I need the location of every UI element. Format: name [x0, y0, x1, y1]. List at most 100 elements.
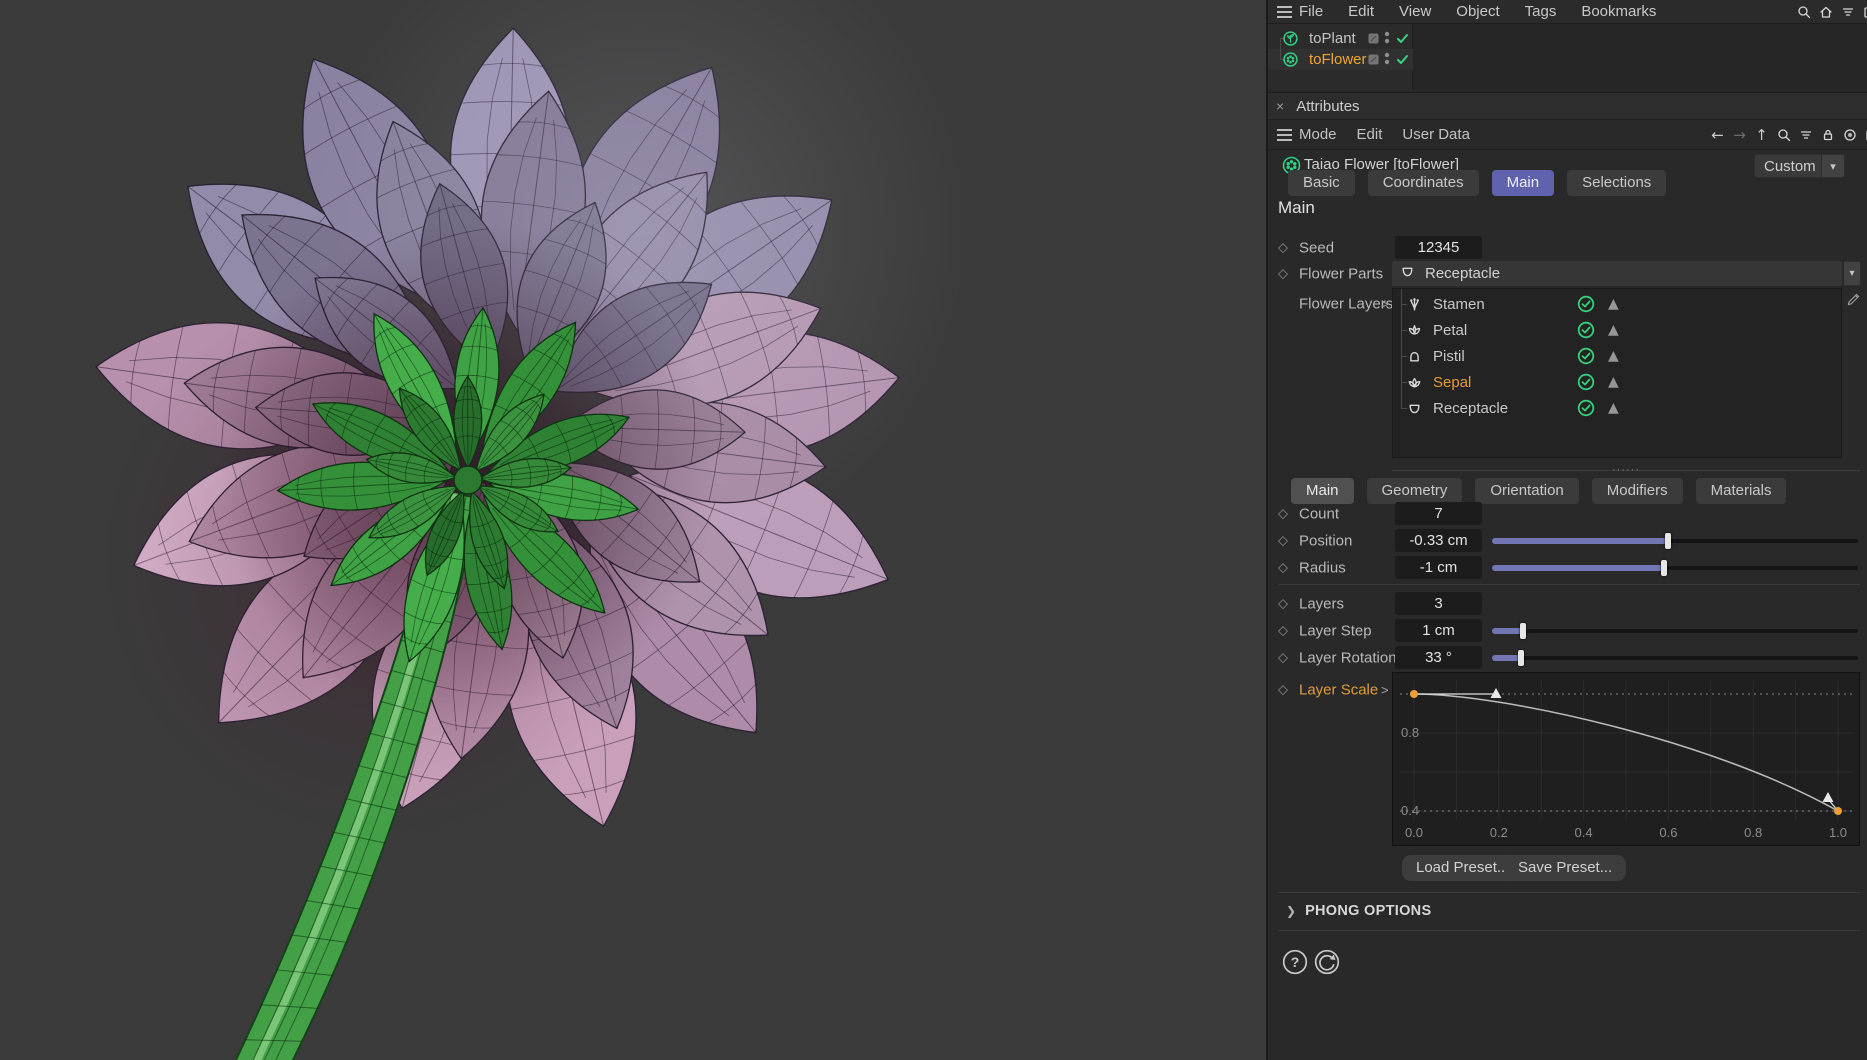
menu-hamburger-icon[interactable]: [1277, 6, 1292, 18]
object-tree-item-toplant[interactable]: toPlant: [1268, 28, 1413, 59]
tab-selections[interactable]: Selections: [1567, 170, 1667, 196]
param-label: Radius: [1299, 559, 1346, 576]
chevron-right-icon: ❯: [1286, 904, 1297, 918]
check-icon[interactable]: [1395, 31, 1410, 46]
forward-icon[interactable]: →: [1732, 126, 1747, 144]
seed-label: Seed: [1299, 239, 1335, 256]
param-row-layer-rotation: ◇ Layer Rotation 33 °: [1268, 644, 1867, 671]
enabled-check-icon[interactable]: [1577, 295, 1595, 313]
param-slider[interactable]: [1492, 532, 1858, 549]
triangle-icon[interactable]: ▲: [1608, 400, 1619, 416]
flower-layer-item-receptacle[interactable]: Receptacle ▲: [1393, 395, 1841, 421]
enable-dots-icon[interactable]: [1384, 30, 1390, 46]
triangle-icon[interactable]: ▲: [1608, 322, 1619, 338]
key-diamond-icon[interactable]: ◇: [1278, 560, 1288, 575]
tab-coordinates[interactable]: Coordinates: [1367, 170, 1479, 196]
layer-square-icon[interactable]: [1368, 54, 1379, 65]
search-icon[interactable]: [1796, 4, 1811, 19]
pick-pencil-icon[interactable]: [1846, 292, 1861, 311]
param-input[interactable]: -1 cm: [1395, 556, 1482, 579]
menu-item-file[interactable]: File: [1299, 3, 1323, 20]
splitter-grip[interactable]: ······: [1392, 464, 1860, 476]
chevron-right-icon[interactable]: >: [1381, 682, 1389, 697]
triangle-icon[interactable]: ▲: [1608, 296, 1619, 312]
flower-parts-label: Flower Parts: [1299, 265, 1384, 282]
triangle-icon[interactable]: ▲: [1608, 348, 1619, 364]
key-diamond-icon[interactable]: ◇: [1278, 682, 1288, 697]
save-preset-button[interactable]: Save Preset...: [1504, 855, 1627, 881]
flower-layer-name: Stamen: [1433, 295, 1485, 313]
key-diamond-icon[interactable]: ◇: [1278, 506, 1288, 521]
enabled-check-icon[interactable]: [1577, 321, 1595, 339]
preset-dropdown[interactable]: Custom: [1754, 154, 1822, 178]
enabled-check-icon[interactable]: [1577, 373, 1595, 391]
object-name: toFlower: [1309, 51, 1367, 68]
layer-square-icon[interactable]: [1368, 33, 1379, 44]
param-slider[interactable]: [1492, 622, 1858, 639]
param-slider[interactable]: [1492, 649, 1858, 666]
tab-basic[interactable]: Basic: [1288, 170, 1355, 196]
enabled-check-icon[interactable]: [1577, 399, 1595, 417]
param-input[interactable]: 1 cm: [1395, 619, 1482, 642]
seed-input[interactable]: 12345: [1395, 236, 1482, 259]
help-icon[interactable]: ?: [1281, 948, 1309, 976]
attributes-menu-edit[interactable]: Edit: [1357, 126, 1383, 143]
menu-item-view[interactable]: View: [1399, 3, 1431, 20]
flower-parts-value: Receptacle: [1425, 265, 1501, 282]
attributes-menu-mode[interactable]: Mode: [1299, 126, 1337, 143]
preset-dropdown-arrow[interactable]: ▾: [1822, 154, 1845, 178]
phong-options-section[interactable]: ❯ PHONG OPTIONS: [1268, 892, 1867, 930]
key-diamond-icon[interactable]: ◇: [1278, 266, 1288, 281]
param-input[interactable]: 33 °: [1395, 646, 1482, 669]
attributes-hamburger-icon[interactable]: [1277, 129, 1292, 141]
up-icon[interactable]: ↑: [1754, 126, 1769, 144]
filter-icon[interactable]: [1840, 4, 1855, 19]
flower-layer-item-sepal[interactable]: Sepal ▲: [1393, 369, 1841, 395]
key-diamond-icon[interactable]: ◇: [1278, 533, 1288, 548]
phong-options-title: PHONG OPTIONS: [1305, 903, 1432, 919]
enable-dots-icon[interactable]: [1384, 51, 1390, 67]
param-input[interactable]: 3: [1395, 592, 1482, 615]
chevron-right-icon[interactable]: >: [1381, 296, 1389, 311]
flower-parts-dropdown-arrow[interactable]: ▾: [1844, 261, 1861, 286]
flower-layer-item-pistil[interactable]: Pistil ▲: [1393, 343, 1841, 369]
enabled-check-icon[interactable]: [1577, 347, 1595, 365]
panel-title: Attributes: [1296, 97, 1360, 115]
3d-viewport[interactable]: [0, 0, 1266, 1060]
home-icon[interactable]: [1818, 4, 1833, 19]
lock-icon[interactable]: [1820, 127, 1835, 142]
attributes-menu-user-data[interactable]: User Data: [1402, 126, 1470, 143]
object-tree: toPlant toFlower: [1268, 24, 1867, 90]
object-tree-item-toflower[interactable]: toFlower: [1268, 38, 1413, 70]
search-icon[interactable]: [1776, 127, 1791, 142]
flower-layer-item-stamen[interactable]: Stamen ▲: [1393, 291, 1841, 317]
tab-main[interactable]: Main: [1491, 170, 1555, 196]
param-input[interactable]: 7: [1395, 502, 1482, 525]
reset-icon[interactable]: [1313, 948, 1341, 976]
param-row-layers: ◇ Layers 3: [1268, 590, 1867, 617]
check-icon[interactable]: [1395, 52, 1410, 67]
menu-item-bookmarks[interactable]: Bookmarks: [1581, 3, 1656, 20]
filter-icon[interactable]: [1798, 127, 1813, 142]
param-slider[interactable]: [1492, 559, 1858, 576]
back-icon[interactable]: ←: [1710, 126, 1725, 144]
key-diamond-icon[interactable]: ◇: [1278, 596, 1288, 611]
close-icon[interactable]: ×: [1276, 98, 1284, 114]
key-diamond-icon[interactable]: ◇: [1278, 240, 1288, 255]
track-icon[interactable]: [1842, 127, 1857, 142]
param-input[interactable]: -0.33 cm: [1395, 529, 1482, 552]
key-diamond-icon[interactable]: ◇: [1278, 623, 1288, 638]
open-external-icon[interactable]: [1862, 4, 1867, 19]
flower-layer-name: Sepal: [1433, 373, 1472, 391]
param-row-count: ◇ Count 7: [1268, 500, 1867, 527]
key-diamond-icon[interactable]: ◇: [1278, 650, 1288, 665]
layer-scale-curve-editor[interactable]: 0.8 0.4 0.0 0.2 0.4 0.6 0.8 1.0: [1392, 672, 1860, 846]
menu-item-tags[interactable]: Tags: [1525, 3, 1557, 20]
flower-layer-item-petal[interactable]: Petal ▲: [1393, 317, 1841, 343]
menu-item-edit[interactable]: Edit: [1348, 3, 1374, 20]
menu-item-object[interactable]: Object: [1456, 3, 1499, 20]
param-row-layer-step: ◇ Layer Step 1 cm: [1268, 617, 1867, 644]
flower-parts-dropdown[interactable]: Receptacle: [1392, 261, 1842, 286]
triangle-icon[interactable]: ▲: [1608, 374, 1619, 390]
svg-text:0.4: 0.4: [1401, 803, 1419, 818]
